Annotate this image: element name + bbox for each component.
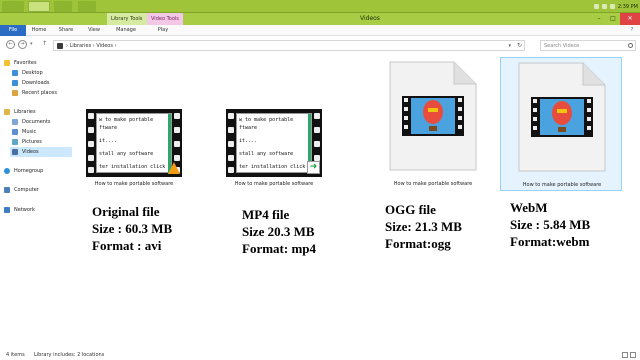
flag-icon[interactable] [593,4,599,9]
nav-network[interactable]: Network [4,205,35,215]
file-list: w to make portable ftware it.... stall a… [72,54,640,350]
item-count: 4 items [6,352,25,358]
nav-homegroup[interactable]: Homegroup [4,166,43,176]
ribbon-tabs: File Home Share View Manage Play ? [0,25,640,36]
minimize-button[interactable]: – [592,13,606,25]
library-icon [57,43,63,49]
nav-downloads[interactable]: Downloads [12,78,49,88]
film-strip [226,109,236,177]
forward-button[interactable]: → [18,40,27,49]
screen: 2:39 PM Library Tools Video Tools Videos… [0,0,640,360]
thumbnail-frame: w to make portable ftware it.... stall a… [96,113,174,174]
nav-favorites[interactable]: Favorites [4,58,37,68]
annotation-webm: WebM Size : 5.84 MB Format:webm [510,200,591,249]
media-taskbar-button[interactable] [78,1,96,12]
status-bar: 4 items Library includes: 2 locations [0,350,640,360]
video-thumbnail: w to make portable ftware it.... stall a… [86,109,182,177]
volume-icon[interactable] [609,4,615,9]
close-button[interactable]: ✕ [620,13,640,25]
nav-recent-places[interactable]: Recent places [12,88,57,98]
recent-places-icon [12,90,18,96]
search-icon[interactable] [628,43,633,48]
nav-pictures[interactable]: Pictures [12,137,42,147]
maximize-button[interactable]: □ [606,13,620,25]
recent-locations-chevron-icon[interactable]: ▾ [30,41,33,47]
file-item-webm[interactable]: How to make portable software [500,57,622,191]
file-item-avi[interactable]: w to make portable ftware it.... stall a… [73,57,195,191]
library-locations: Library includes: 2 locations [34,352,105,358]
file-name: How to make portable software [393,181,473,187]
title-bar: Library Tools Video Tools Videos – □ ✕ [0,13,640,25]
documents-icon [12,119,18,125]
start-button[interactable] [2,1,24,12]
file-name: How to make portable software [94,181,174,187]
nav-desktop[interactable]: Desktop [12,68,43,78]
clock[interactable]: 2:39 PM [618,4,638,10]
taskbar: 2:39 PM [0,0,640,13]
vlc-cone-icon [168,162,180,174]
tab-play[interactable]: Play [154,25,172,36]
window-controls: – □ ✕ [592,13,640,25]
annotation-avi: Original file Size : 60.3 MB Format : av… [92,204,173,253]
desktop-icon [12,70,18,76]
tab-file[interactable]: File [0,25,26,36]
video-thumbnail: w to make portable ftware it.... stall a… [226,109,322,177]
video-tools-tab[interactable]: Video Tools [147,13,183,25]
help-button[interactable]: ? [628,27,636,34]
large-icons-view-icon[interactable] [630,352,636,358]
address-bar-row: ← → ▾ ↑ › Libraries › Videos › ▾ ↻ Searc… [0,37,640,53]
nav-documents[interactable]: Documents [12,117,51,127]
thumbnail-frame: w to make portable ftware it.... stall a… [236,113,314,174]
search-placeholder: Search Videos [544,43,580,49]
pictures-icon [12,139,18,145]
network-icon [4,207,10,213]
tab-view[interactable]: View [84,25,104,36]
libraries-icon [4,109,10,115]
library-tools-tab[interactable]: Library Tools [107,13,147,25]
play-arrow-icon: ➜ [307,161,320,174]
breadcrumb[interactable]: › Libraries › Videos › [66,41,117,51]
back-button[interactable]: ← [6,40,15,49]
window-title: Videos [360,15,380,22]
media-file-icon [518,62,606,172]
system-tray: 2:39 PM [593,1,638,12]
downloads-icon [12,80,18,86]
nav-libraries[interactable]: Libraries [4,107,36,117]
file-name: How to make portable software [234,181,314,187]
star-icon [4,60,10,66]
up-button[interactable]: ↑ [42,40,47,47]
file-item-ogg[interactable]: How to make portable software [372,57,494,191]
chrome-taskbar-button[interactable] [54,1,72,12]
explorer-taskbar-button[interactable] [28,1,50,12]
view-switcher [622,352,636,358]
network-icon[interactable] [601,4,607,9]
homegroup-icon [4,168,10,174]
nav-videos[interactable]: Videos [10,147,72,157]
media-file-icon [389,61,477,171]
tab-home[interactable]: Home [30,25,48,36]
music-icon [12,129,18,135]
nav-computer[interactable]: Computer [4,185,39,195]
search-input[interactable]: Search Videos [540,40,636,51]
file-item-mp4[interactable]: w to make portable ftware it.... stall a… [213,57,335,191]
file-name: How to make portable software [522,182,602,188]
tab-share[interactable]: Share [56,25,76,36]
tab-manage[interactable]: Manage [112,25,140,36]
computer-icon [4,187,10,193]
annotation-mp4: MP4 file Size 20.3 MB Format: mp4 [242,207,317,256]
details-view-icon[interactable] [622,352,628,358]
refresh-icon[interactable]: ↻ [517,41,522,51]
videos-icon [12,149,18,155]
navigation-pane: Favorites Desktop Downloads Recent place… [0,54,72,350]
annotation-ogg: OGG file Size: 21.3 MB Format:ogg [385,202,462,251]
nav-music[interactable]: Music [12,127,36,137]
address-field[interactable]: › Libraries › Videos › ▾ ↻ [53,40,525,51]
address-dropdown-icon[interactable]: ▾ [508,41,511,51]
film-strip [86,109,96,177]
